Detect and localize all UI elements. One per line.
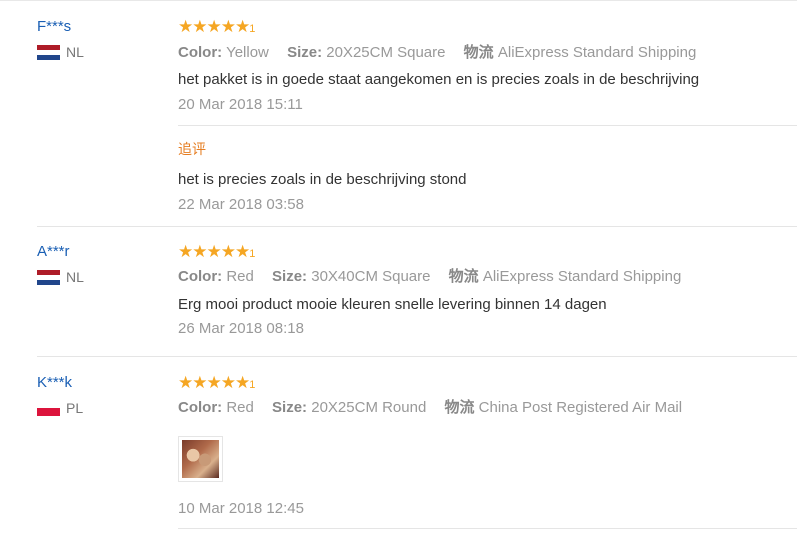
- size-value: 20X25CM Round: [311, 399, 427, 416]
- reviewer-name: A***r: [37, 243, 70, 260]
- followup-text: het is precies zoals in de beschrijving …: [178, 171, 467, 188]
- star-rating: ★★★★★1: [178, 373, 256, 392]
- color-label: Color:: [178, 268, 223, 285]
- review-divider: [37, 356, 797, 357]
- reviewer-country: PL: [37, 400, 83, 416]
- order-attributes: Color: Yellow Size: 20X25CM Square 物流 Al…: [178, 44, 696, 62]
- reviewer-name: F***s: [37, 18, 72, 35]
- shipping-value: AliExpress Standard Shipping: [482, 268, 682, 285]
- stars-icon: ★★★★★: [178, 242, 250, 261]
- shipping-value: AliExpress Standard Shipping: [497, 44, 697, 61]
- review-divider: [37, 226, 797, 227]
- country-code: PL: [66, 400, 84, 416]
- color-label: Color:: [178, 399, 223, 416]
- size-value: 30X40CM Square: [311, 268, 431, 285]
- color-value: Yellow: [226, 44, 269, 61]
- nl-flag-icon: [37, 269, 60, 285]
- review-text: Erg mooi product mooie kleuren snelle le…: [178, 296, 607, 313]
- color-label: Color:: [178, 44, 223, 61]
- review-photo: [182, 440, 219, 478]
- star-rating: ★★★★★1: [178, 17, 256, 36]
- reviewer-info: K***k PL: [37, 374, 83, 416]
- review-content: ★★★★★1: [178, 18, 255, 38]
- followup-divider: [178, 125, 797, 126]
- size-label: Size:: [272, 399, 308, 416]
- size-label: Size:: [272, 268, 308, 285]
- followup-label: 追评: [178, 141, 206, 157]
- reviewer-name: K***k: [37, 374, 73, 391]
- color-value: Red: [226, 268, 254, 285]
- review-photo-thumbnail[interactable]: [178, 436, 223, 482]
- pl-flag-icon: [37, 400, 60, 416]
- review-date: 10 Mar 2018 12:45: [178, 500, 304, 517]
- reviewer-country: NL: [37, 44, 84, 60]
- size-label: Size:: [287, 44, 323, 61]
- nl-flag-icon: [37, 44, 60, 60]
- feedback-list: F***s NL ★★★★★1 Color: Yellow Size: 20X2…: [0, 0, 797, 535]
- followup-date: 22 Mar 2018 03:58: [178, 196, 304, 213]
- shipping-label: 物流: [463, 44, 494, 61]
- reviewer-info: F***s NL: [37, 18, 84, 60]
- stars-icon: ★★★★★: [178, 17, 250, 36]
- top-divider: [0, 0, 797, 1]
- reviewer-country: NL: [37, 269, 84, 285]
- shipping-value: China Post Registered Air Mail: [478, 399, 683, 416]
- stars-icon: ★★★★★: [178, 373, 250, 392]
- reviewer-info: A***r NL: [37, 243, 84, 285]
- shipping-label: 物流: [448, 268, 479, 285]
- review-text: het pakket is in goede staat aangekomen …: [178, 71, 700, 88]
- star-rating: ★★★★★1: [178, 242, 256, 261]
- review-date: 26 Mar 2018 08:18: [178, 320, 304, 337]
- order-attributes: Color: Red Size: 30X40CM Square 物流 AliEx…: [178, 268, 681, 286]
- country-code: NL: [66, 44, 84, 60]
- order-attributes: Color: Red Size: 20X25CM Round 物流 China …: [178, 399, 682, 417]
- size-value: 20X25CM Square: [326, 44, 446, 61]
- color-value: Red: [226, 399, 254, 416]
- country-code: NL: [66, 269, 84, 285]
- shipping-label: 物流: [444, 399, 475, 416]
- bottom-divider: [178, 528, 797, 529]
- review-date: 20 Mar 2018 15:11: [178, 96, 303, 113]
